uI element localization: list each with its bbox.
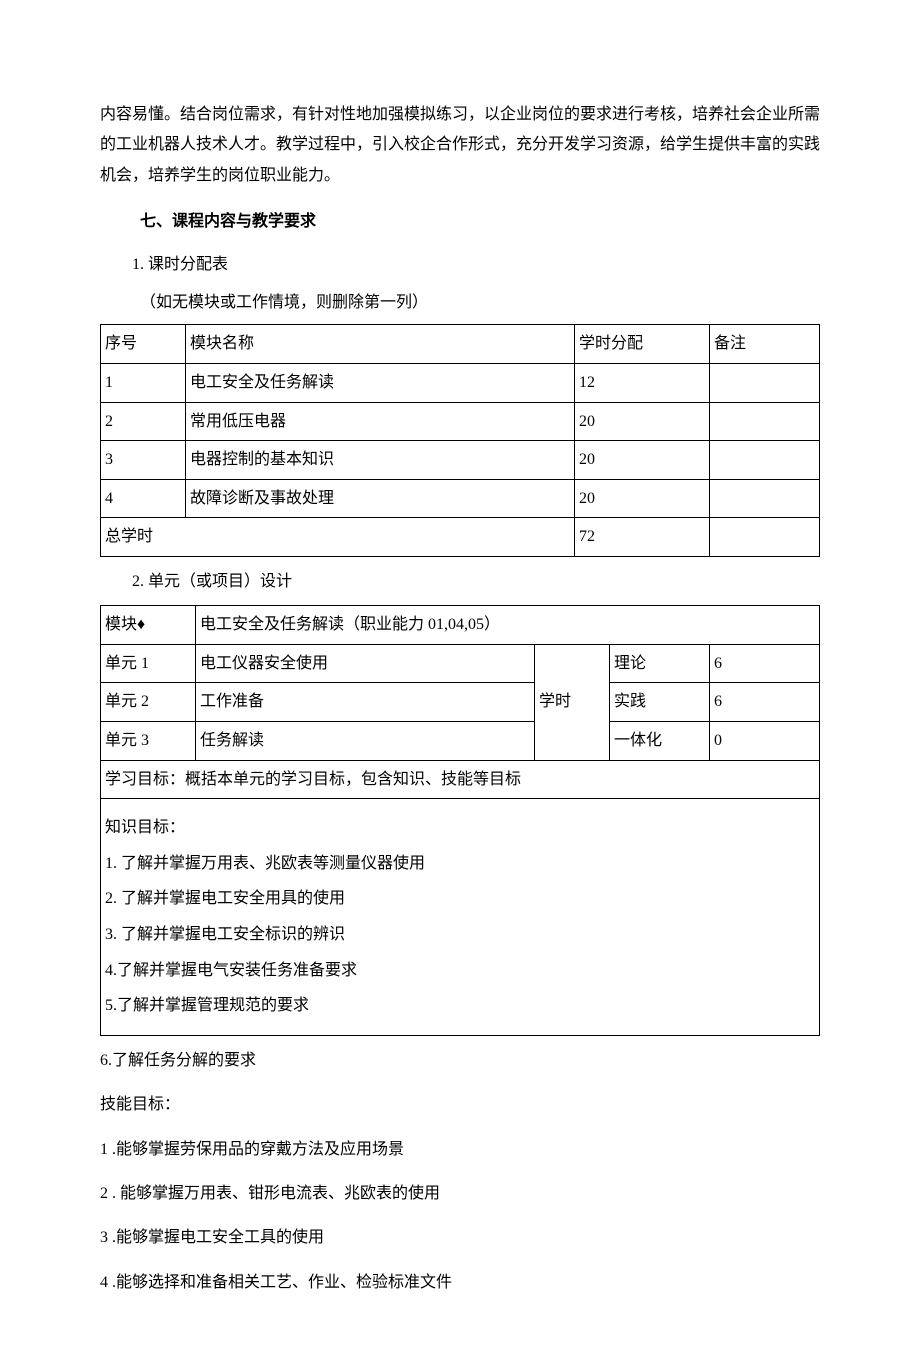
module-row: 模块♦ 电工安全及任务解读（职业能力 01,04,05） [101,606,820,645]
cell-remark [710,479,820,518]
skill-item: 3 .能够掌握电工安全工具的使用 [100,1223,820,1253]
cell-name: 故障诊断及事故处理 [186,479,575,518]
skill-item: 4 .能够选择和准备相关工艺、作业、检验标准文件 [100,1268,820,1298]
unit-label: 单元 2 [101,683,196,722]
table-row: 4 故障诊断及事故处理 20 [101,479,820,518]
subsection-2: 2. 单元（或项目）设计 [100,567,820,597]
intro-paragraph: 内容易懂。结合岗位需求，有针对性地加强模拟练习，以企业岗位的要求进行考核，培养社… [100,100,820,191]
unit-name: 工作准备 [196,683,535,722]
total-value: 72 [575,518,710,557]
knowledge-item: 1. 了解并掌握万用表、兆欧表等测量仪器使用 [105,851,815,877]
type-label: 一体化 [610,722,710,761]
total-label: 总学时 [101,518,575,557]
table-header-row: 序号 模块名称 学时分配 备注 [101,325,820,364]
table-row: 1 电工安全及任务解读 12 [101,363,820,402]
module-label: 模块♦ [101,606,196,645]
skill-item: 2 . 能够掌握万用表、钳形电流表、兆欧表的使用 [100,1179,820,1209]
cell-hours: 20 [575,479,710,518]
knowledge-item: 4.了解并掌握电气安装任务准备要求 [105,958,815,984]
cell-seq: 2 [101,402,186,441]
type-value: 0 [710,722,820,761]
hours-table: 序号 模块名称 学时分配 备注 1 电工安全及任务解读 12 2 常用低压电器 … [100,324,820,557]
table-row: 2 常用低压电器 20 [101,402,820,441]
cell-seq: 1 [101,363,186,402]
cell-name: 常用低压电器 [186,402,575,441]
table-row: 单元 3 任务解读 一体化 0 [101,722,820,761]
knowledge-cell: 知识目标： 1. 了解并掌握万用表、兆欧表等测量仪器使用 2. 了解并掌握电工安… [101,799,820,1036]
goal-heading: 学习目标：概括本单元的学习目标，包含知识、技能等目标 [101,760,820,799]
module-value: 电工安全及任务解读（职业能力 01,04,05） [196,606,820,645]
header-name: 模块名称 [186,325,575,364]
skill-heading: 技能目标： [100,1090,820,1120]
cell-remark [710,402,820,441]
table-total-row: 总学时 72 [101,518,820,557]
knowledge-row: 知识目标： 1. 了解并掌握万用表、兆欧表等测量仪器使用 2. 了解并掌握电工安… [101,799,820,1036]
type-label: 理论 [610,644,710,683]
hours-label: 学时 [535,644,610,760]
section-heading: 七、课程内容与教学要求 [100,207,820,237]
cell-seq: 4 [101,479,186,518]
table-row: 3 电器控制的基本知识 20 [101,441,820,480]
knowledge-item: 5.了解并掌握管理规范的要求 [105,993,815,1019]
subsection-1-note: （如无模块或工作情境，则删除第一列） [100,288,820,318]
type-value: 6 [710,683,820,722]
cell-name: 电器控制的基本知识 [186,441,575,480]
knowledge-item: 2. 了解并掌握电工安全用具的使用 [105,886,815,912]
knowledge-heading: 知识目标： [105,815,815,841]
cell-seq: 3 [101,441,186,480]
header-seq: 序号 [101,325,186,364]
cell-hours: 20 [575,441,710,480]
type-label: 实践 [610,683,710,722]
cell-remark [710,363,820,402]
cell-hours: 12 [575,363,710,402]
unit-label: 单元 1 [101,644,196,683]
total-remark [710,518,820,557]
table-row: 单元 2 工作准备 实践 6 [101,683,820,722]
knowledge-item-6: 6.了解任务分解的要求 [100,1046,820,1076]
unit-label: 单元 3 [101,722,196,761]
knowledge-item: 3. 了解并掌握电工安全标识的辨识 [105,922,815,948]
after-table-list: 6.了解任务分解的要求 技能目标： 1 .能够掌握劳保用品的穿戴方法及应用场景 … [100,1046,820,1298]
type-value: 6 [710,644,820,683]
unit-name: 电工仪器安全使用 [196,644,535,683]
cell-name: 电工安全及任务解读 [186,363,575,402]
unit-name: 任务解读 [196,722,535,761]
table-row: 单元 1 电工仪器安全使用 学时 理论 6 [101,644,820,683]
skill-item: 1 .能够掌握劳保用品的穿戴方法及应用场景 [100,1135,820,1165]
cell-hours: 20 [575,402,710,441]
goal-row: 学习目标：概括本单元的学习目标，包含知识、技能等目标 [101,760,820,799]
cell-remark [710,441,820,480]
subsection-1: 1. 课时分配表 [100,250,820,280]
unit-design-table: 模块♦ 电工安全及任务解读（职业能力 01,04,05） 单元 1 电工仪器安全… [100,605,820,1036]
header-remark: 备注 [710,325,820,364]
header-hours: 学时分配 [575,325,710,364]
